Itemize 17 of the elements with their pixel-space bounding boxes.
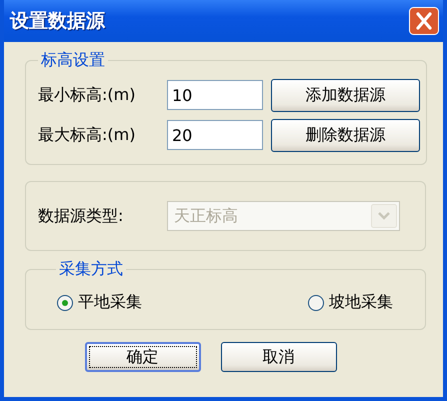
action-button[interactable]: 添加数据源 <box>271 78 420 112</box>
dialog-button[interactable]: 取消 <box>220 342 336 372</box>
field-label: 最大标高:(m) <box>38 124 136 146</box>
radio-button-icon[interactable] <box>307 294 325 312</box>
input-field[interactable]: 10 <box>167 80 263 110</box>
close-icon[interactable] <box>409 7 439 35</box>
window-title: 设置数据源 <box>10 9 105 34</box>
field-label: 最小标高:(m) <box>38 84 136 106</box>
radio-option[interactable]: 坡地采集 <box>307 292 393 313</box>
field-label: 数据源类型: <box>38 206 124 226</box>
group-title: 采集方式 <box>58 259 124 280</box>
radio-option[interactable]: 平地采集 <box>56 292 142 313</box>
input-field[interactable]: 20 <box>167 120 263 150</box>
action-button[interactable]: 删除数据源 <box>271 118 420 152</box>
group-title: 标高设置 <box>40 50 106 71</box>
dialog-button[interactable]: 确定 <box>84 342 200 372</box>
radio-button-icon[interactable] <box>56 294 74 312</box>
